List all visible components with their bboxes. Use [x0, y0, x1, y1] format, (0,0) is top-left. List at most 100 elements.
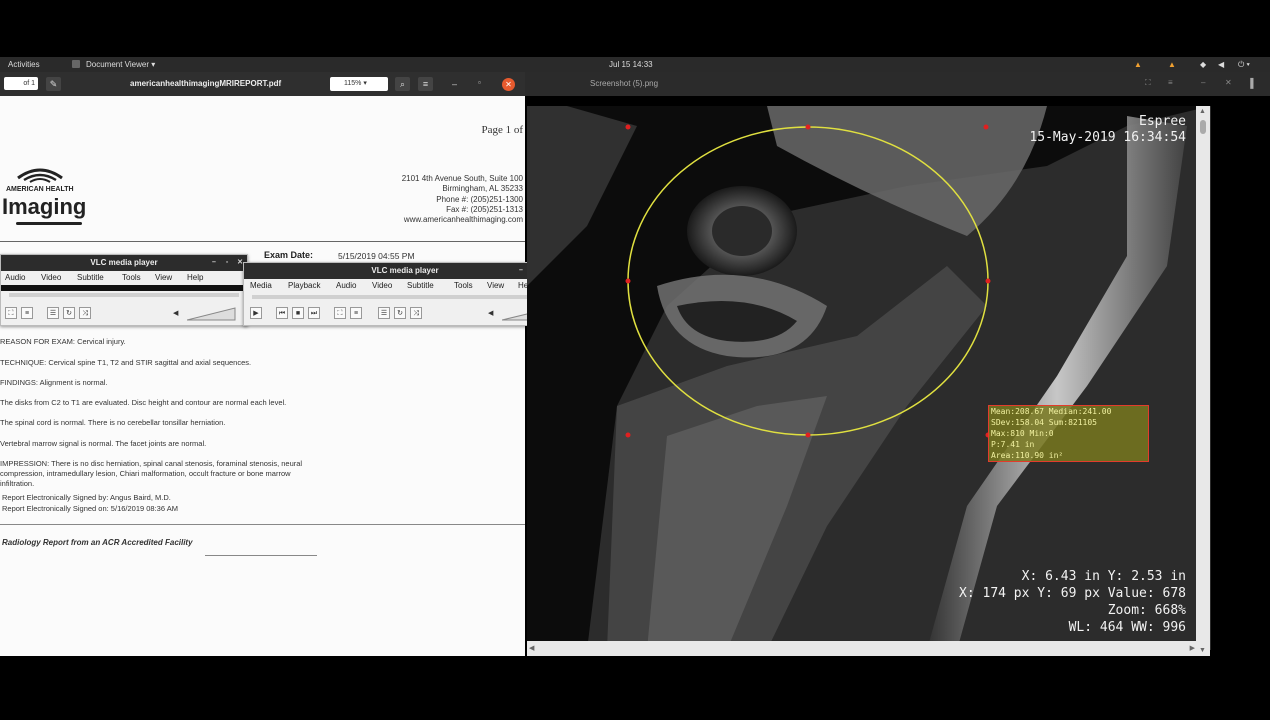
- stat-max-min: Max:810 Min:0: [991, 429, 1054, 438]
- minimize-icon-image-viewer[interactable]: –: [1201, 78, 1205, 87]
- position-slider[interactable]: [252, 295, 558, 299]
- app-menu[interactable]: Document Viewer ▾: [86, 60, 155, 69]
- fullscreen-icon[interactable]: ⛶: [1145, 78, 1151, 88]
- volume-icon[interactable]: ◀: [488, 309, 493, 317]
- horizontal-scrollbar[interactable]: ◀ ▶: [527, 641, 1197, 656]
- play-icon[interactable]: ▶: [250, 307, 262, 319]
- menu-tools[interactable]: Tools: [454, 281, 473, 290]
- exam-date-label: Exam Date:: [264, 250, 314, 260]
- logo-text-top: AMERICAN HEALTH: [6, 186, 74, 193]
- roi-statistics-box[interactable]: Mean:208.67 Median:241.00 SDev:158.04 Su…: [988, 405, 1149, 462]
- maximize-icon[interactable]: ▫: [222, 258, 232, 268]
- scroll-down-icon[interactable]: ▼: [1199, 647, 1206, 654]
- volume-icon[interactable]: ◀: [173, 309, 178, 317]
- vlc-title[interactable]: VLC media player – ▫ ✕: [244, 263, 566, 279]
- menu-media[interactable]: Media: [250, 281, 272, 290]
- shuffle-icon[interactable]: ⤨: [410, 307, 422, 319]
- menu-video[interactable]: Video: [372, 281, 392, 290]
- playlist-icon[interactable]: ☰: [378, 307, 390, 319]
- vlc-title[interactable]: VLC media player – ▫ ✕: [1, 255, 247, 271]
- zoom-select[interactable]: 115% ▾: [330, 77, 388, 91]
- zoom-level: Zoom: 668%: [1107, 603, 1186, 618]
- next-icon[interactable]: ⏭: [308, 307, 320, 319]
- exam-date-value: 5/15/2019 04:55 PM: [338, 251, 415, 261]
- menu-subtitle[interactable]: Subtitle: [77, 273, 104, 282]
- volume-slider[interactable]: [187, 307, 237, 321]
- vlc-window-2[interactable]: VLC media player – ▫ ✕ Media Playback Au…: [243, 262, 567, 326]
- scroll-left-icon[interactable]: ◀: [529, 644, 534, 652]
- scroll-up-icon[interactable]: ▲: [1199, 108, 1206, 115]
- menu-tools[interactable]: Tools: [122, 273, 141, 282]
- playlist-icon[interactable]: ☰: [47, 307, 59, 319]
- roi-handle[interactable]: [985, 278, 991, 284]
- menu-view[interactable]: View: [487, 281, 504, 290]
- extended-settings-icon[interactable]: ≡: [350, 307, 362, 319]
- vlc-window-1[interactable]: VLC media player – ▫ ✕ Audio Video Subti…: [0, 254, 248, 326]
- menu-help[interactable]: Help: [187, 273, 203, 282]
- minimize-icon[interactable]: –: [516, 266, 526, 276]
- close-icon[interactable]: ✕: [502, 78, 515, 91]
- seek-bar[interactable]: [1, 285, 247, 291]
- activities-button[interactable]: Activities: [8, 60, 40, 69]
- cursor-coord-inches: X: 6.43 in Y: 2.53 in: [1021, 569, 1186, 584]
- roi-handle[interactable]: [625, 278, 631, 284]
- minimize-icon[interactable]: –: [452, 79, 457, 89]
- stat-sdev-sum: SDev:158.04 Sum:821105: [991, 418, 1097, 427]
- clock[interactable]: Jul 15 14:33: [609, 60, 653, 69]
- address-line: Phone #: (205)251-1300: [436, 195, 523, 204]
- fullscreen-icon[interactable]: ⛶: [334, 307, 346, 319]
- warning-icon[interactable]: ▲: [1134, 60, 1142, 69]
- image-scrollbar[interactable]: ▲ ▼: [1196, 106, 1210, 656]
- roi-handle[interactable]: [983, 124, 989, 130]
- menu-subtitle[interactable]: Subtitle: [407, 281, 434, 290]
- network-icon[interactable]: ◆: [1200, 60, 1206, 69]
- maximize-icon[interactable]: ▫: [478, 78, 481, 87]
- roi-handle[interactable]: [625, 124, 631, 130]
- previous-icon[interactable]: ⏮: [276, 307, 288, 319]
- menu-video[interactable]: Video: [41, 273, 61, 282]
- close-icon-image-viewer[interactable]: ✕: [1225, 78, 1232, 87]
- logo-underline: [16, 222, 82, 225]
- loop-icon[interactable]: ↻: [394, 307, 406, 319]
- annotate-icon[interactable]: ✎: [46, 77, 61, 91]
- loop-icon[interactable]: ↻: [63, 307, 75, 319]
- address-line: Birmingham, AL 35233: [442, 184, 523, 193]
- sidebar-toggle-icon[interactable]: ▐: [1247, 78, 1253, 88]
- vlc-title-text: VLC media player: [90, 258, 158, 267]
- menu-view[interactable]: View: [155, 273, 172, 282]
- stop-icon[interactable]: ■: [292, 307, 304, 319]
- page-number-field[interactable]: of 1: [4, 77, 38, 90]
- roi-handle[interactable]: [625, 432, 631, 438]
- address-line: Fax #: (205)251-1313: [446, 205, 523, 214]
- roi-handle[interactable]: [805, 124, 811, 130]
- menu-icon-image-viewer[interactable]: ≡: [1168, 78, 1173, 87]
- scroll-right-icon[interactable]: ▶: [1190, 644, 1195, 652]
- menu-icon[interactable]: ≡: [418, 77, 433, 91]
- search-icon[interactable]: ⌕: [395, 77, 410, 91]
- roi-handle[interactable]: [805, 432, 811, 438]
- report-footer: Radiology Report from an ACR Accredited …: [2, 538, 193, 547]
- menu-playback[interactable]: Playback: [288, 281, 320, 290]
- report-line: IMPRESSION: There is no disc herniation,…: [0, 459, 303, 468]
- report-line: TECHNIQUE: Cervical spine T1, T2 and STI…: [0, 358, 252, 367]
- warning-icon-2[interactable]: ▲: [1168, 60, 1176, 69]
- scroll-thumb[interactable]: [1200, 120, 1206, 134]
- report-line: FINDINGS: Alignment is normal.: [0, 378, 108, 387]
- document-viewer-app-icon: [72, 60, 80, 68]
- menu-audio[interactable]: Audio: [5, 273, 25, 282]
- position-slider[interactable]: [9, 293, 239, 297]
- minimize-icon[interactable]: –: [209, 258, 219, 268]
- power-icon[interactable]: ⏻ ▾: [1238, 60, 1250, 70]
- report-line: Vertebral marrow signal is normal. The f…: [0, 439, 207, 448]
- volume-icon[interactable]: ◀: [1218, 60, 1224, 69]
- divider: [0, 524, 525, 525]
- extended-settings-icon[interactable]: ≡: [21, 307, 33, 319]
- fullscreen-icon[interactable]: ⛶: [5, 307, 17, 319]
- menu-audio[interactable]: Audio: [336, 281, 356, 290]
- signed-by: Report Electronically Signed by: Angus B…: [2, 493, 171, 502]
- shuffle-icon[interactable]: ⤨: [79, 307, 91, 319]
- address-line: www.americanhealthimaging.com: [403, 215, 523, 224]
- cursor-coord-pixels: X: 174 px Y: 69 px Value: 678: [959, 586, 1186, 601]
- divider: [0, 241, 525, 242]
- stat-perimeter: P:7.41 in: [991, 440, 1035, 449]
